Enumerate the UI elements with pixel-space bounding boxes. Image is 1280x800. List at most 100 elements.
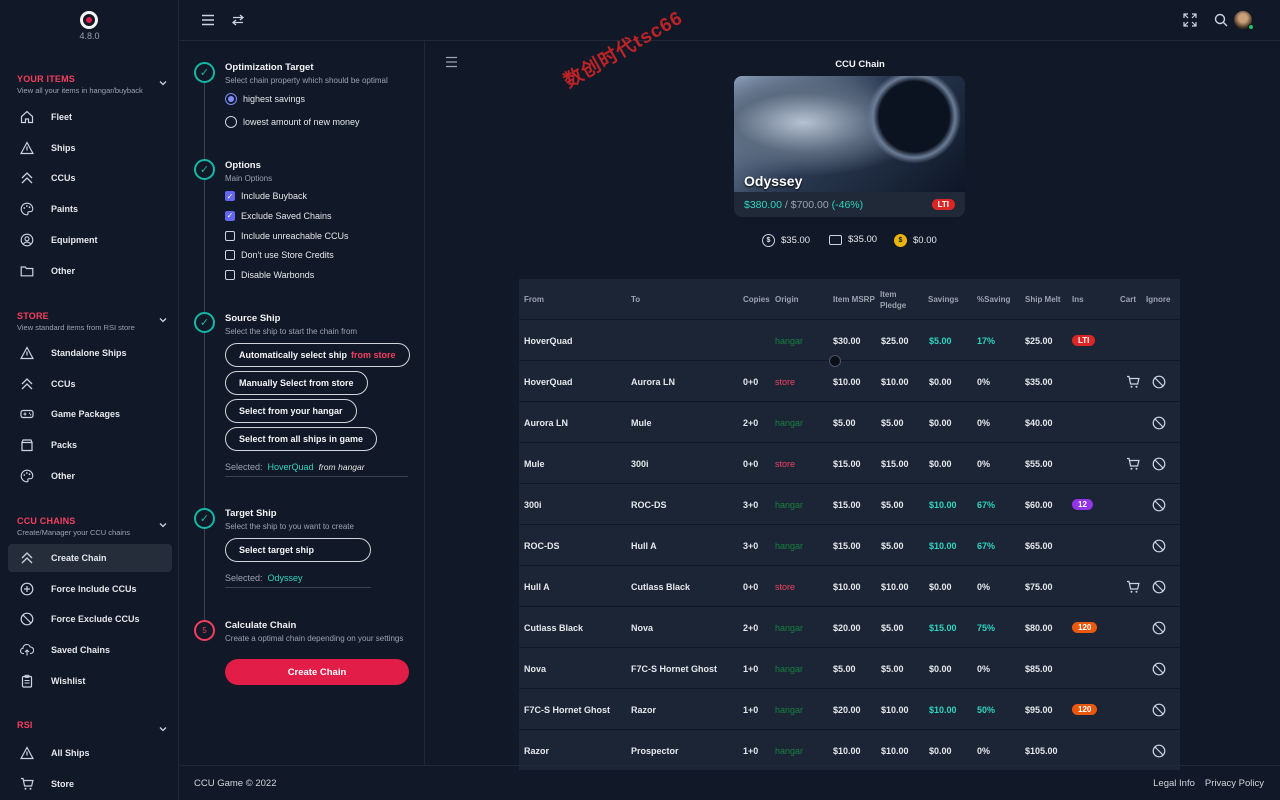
cell-savings: $10.00 xyxy=(929,499,957,510)
gamepad-icon xyxy=(18,405,36,423)
menu-icon[interactable] xyxy=(200,12,216,28)
sidebar-item-saved-chains[interactable]: Saved Chains xyxy=(8,636,172,664)
sidebar-item-wishlist[interactable]: Wishlist xyxy=(8,667,172,695)
select-all-ships-button[interactable]: Select from all ships in game xyxy=(225,427,378,451)
col-msrp[interactable]: Item MSRP xyxy=(833,279,875,320)
swap-icon[interactable] xyxy=(230,12,246,28)
cell-savings: $0.00 xyxy=(929,663,952,674)
checkbox-exclude-saved-chains[interactable]: ✓ Exclude Saved Chains xyxy=(225,210,332,221)
section-ccu-chains[interactable]: CCU CHAINS Create/Manager your CCU chain… xyxy=(17,516,172,537)
sidebar-item-force-include-ccus[interactable]: Force Include CCUs xyxy=(8,575,172,603)
cart-icon[interactable] xyxy=(1126,361,1140,402)
chevron-down-icon[interactable] xyxy=(158,520,168,533)
cell-copies: 2+0 xyxy=(743,622,759,633)
manual-select-store-button[interactable]: Manually Select from store xyxy=(225,371,368,395)
ignore-icon[interactable] xyxy=(1152,525,1166,566)
radio-icon[interactable] xyxy=(225,93,237,105)
chevron-down-icon[interactable] xyxy=(158,315,168,328)
cell-msrp: $15.00 xyxy=(833,499,861,510)
checkbox-empty-icon[interactable] xyxy=(225,230,235,241)
sidebar-item-packs[interactable]: Packs xyxy=(8,431,172,459)
col-savings[interactable]: Savings xyxy=(928,279,959,320)
col-insurance[interactable]: Ins xyxy=(1072,279,1084,320)
cart-icon[interactable] xyxy=(1126,443,1140,484)
section-rsi[interactable]: RSI xyxy=(17,720,172,732)
table-row: ROC-DS Hull A 3+0 hangar $15.00 $5.00 $10.00 67… xyxy=(519,525,1180,566)
col-origin[interactable]: Origin xyxy=(775,279,799,320)
checkbox-empty-icon[interactable] xyxy=(225,270,235,281)
sidebar-item-equipment[interactable]: Equipment xyxy=(8,226,172,254)
cell-to: Nova xyxy=(631,622,654,633)
checkbox-don-t-use-store-credits[interactable]: Don't use Store Credits xyxy=(225,250,334,261)
section-title: STORE xyxy=(17,311,49,321)
checkbox-disable-warbonds[interactable]: Disable Warbonds xyxy=(225,270,314,281)
cell-origin: hangar xyxy=(775,499,804,510)
cart-icon[interactable] xyxy=(1126,566,1140,607)
radio-lowest-new-money[interactable]: lowest amount of new money xyxy=(225,116,360,128)
ignore-icon[interactable] xyxy=(1152,607,1166,648)
sidebar-item-ccus[interactable]: CCUs xyxy=(8,164,172,192)
checkbox-checked-icon[interactable]: ✓ xyxy=(225,210,235,221)
ignore-icon[interactable] xyxy=(1152,402,1166,443)
col-ship-melt[interactable]: Ship Melt xyxy=(1025,279,1061,320)
auto-select-ship-button[interactable]: Automatically select ship from store xyxy=(225,343,410,367)
sidebar-item-game-packages[interactable]: Game Packages xyxy=(8,400,172,428)
select-target-ship-button[interactable]: Select target ship xyxy=(225,538,371,562)
cell-copies: 0+0 xyxy=(743,458,759,469)
ignore-icon[interactable] xyxy=(1152,443,1166,484)
col-pct-saving[interactable]: %Saving xyxy=(977,279,1010,320)
fullscreen-icon[interactable] xyxy=(1182,12,1198,28)
section-store[interactable]: STORE View standard items from RSI store xyxy=(17,311,172,332)
sidebar-item-fleet[interactable]: Fleet xyxy=(8,103,172,131)
cell-savings: $0.00 xyxy=(929,376,952,387)
cell-origin: hangar xyxy=(775,417,804,428)
cell-to: Cutlass Black xyxy=(631,581,691,592)
checkbox-empty-icon[interactable] xyxy=(225,250,235,261)
privacy-policy-link[interactable]: Privacy Policy xyxy=(1205,778,1264,789)
sidebar-item-store[interactable]: Store xyxy=(8,770,172,798)
col-from[interactable]: From xyxy=(524,279,544,320)
sidebar-item-ships[interactable]: Ships xyxy=(8,134,172,162)
ignore-icon[interactable] xyxy=(1152,484,1166,525)
radio-icon[interactable] xyxy=(225,116,237,128)
col-to[interactable]: To xyxy=(631,279,640,320)
ignore-icon[interactable] xyxy=(1152,648,1166,689)
checkbox-checked-icon[interactable]: ✓ xyxy=(225,191,235,201)
chevron-down-icon[interactable] xyxy=(158,724,168,737)
legal-info-link[interactable]: Legal Info xyxy=(1153,778,1195,789)
ignore-icon[interactable] xyxy=(1152,689,1166,730)
cell-pct: 0% xyxy=(977,376,991,387)
search-icon[interactable] xyxy=(1213,12,1229,28)
create-chain-button[interactable]: Create Chain xyxy=(225,659,409,685)
select-hangar-button[interactable]: Select from your hangar xyxy=(225,399,357,423)
target-ship-card[interactable]: Odyssey $380.00 / $700.00 (-46%) LTI xyxy=(734,76,965,217)
insurance-badge: 120 xyxy=(1072,622,1098,633)
table-row: Aurora LN Mule 2+0 hangar $5.00 $5.00 $0.00 0% $… xyxy=(519,402,1180,443)
radio-highest-savings[interactable]: highest savings xyxy=(225,93,305,105)
chevrons-up-icon xyxy=(18,549,36,567)
sidebar-item-ccus[interactable]: CCUs xyxy=(8,370,172,398)
app-logo[interactable] xyxy=(80,11,98,29)
sidebar-item-create-chain[interactable]: Create Chain xyxy=(8,544,172,572)
sidebar-item-force-exclude-ccus[interactable]: Force Exclude CCUs xyxy=(8,605,172,633)
section-your-items[interactable]: YOUR ITEMS View all your items in hangar… xyxy=(17,74,172,95)
col-pledge[interactable]: Item Pledge xyxy=(880,279,918,320)
step-title: Options xyxy=(225,160,261,171)
sidebar-item-paints[interactable]: Paints xyxy=(8,195,172,223)
ignore-icon[interactable] xyxy=(1152,566,1166,607)
insurance-badge: LTI xyxy=(931,199,955,210)
app-version: 4.8.0 xyxy=(79,31,100,41)
cell-from: HoverQuad xyxy=(524,335,573,346)
checkbox-include-unreachable-ccus[interactable]: Include unreachable CCUs xyxy=(225,230,349,241)
sidebar-item-other[interactable]: Other xyxy=(8,462,172,490)
sidebar-item-other[interactable]: Other xyxy=(8,257,172,285)
selected-origin: hangar xyxy=(338,462,365,472)
sidebar-item-all-ships[interactable]: All Ships xyxy=(8,739,172,767)
col-copies[interactable]: Copies xyxy=(743,279,770,320)
checkbox-include-buyback[interactable]: ✓ Include Buyback xyxy=(225,191,307,201)
sidebar-item-standalone-ships[interactable]: Standalone Ships xyxy=(8,339,172,367)
ignore-icon[interactable] xyxy=(1152,361,1166,402)
cell-msrp: $15.00 xyxy=(833,458,861,469)
checkbox-label: Include unreachable CCUs xyxy=(241,230,349,241)
chevron-down-icon[interactable] xyxy=(158,78,168,91)
